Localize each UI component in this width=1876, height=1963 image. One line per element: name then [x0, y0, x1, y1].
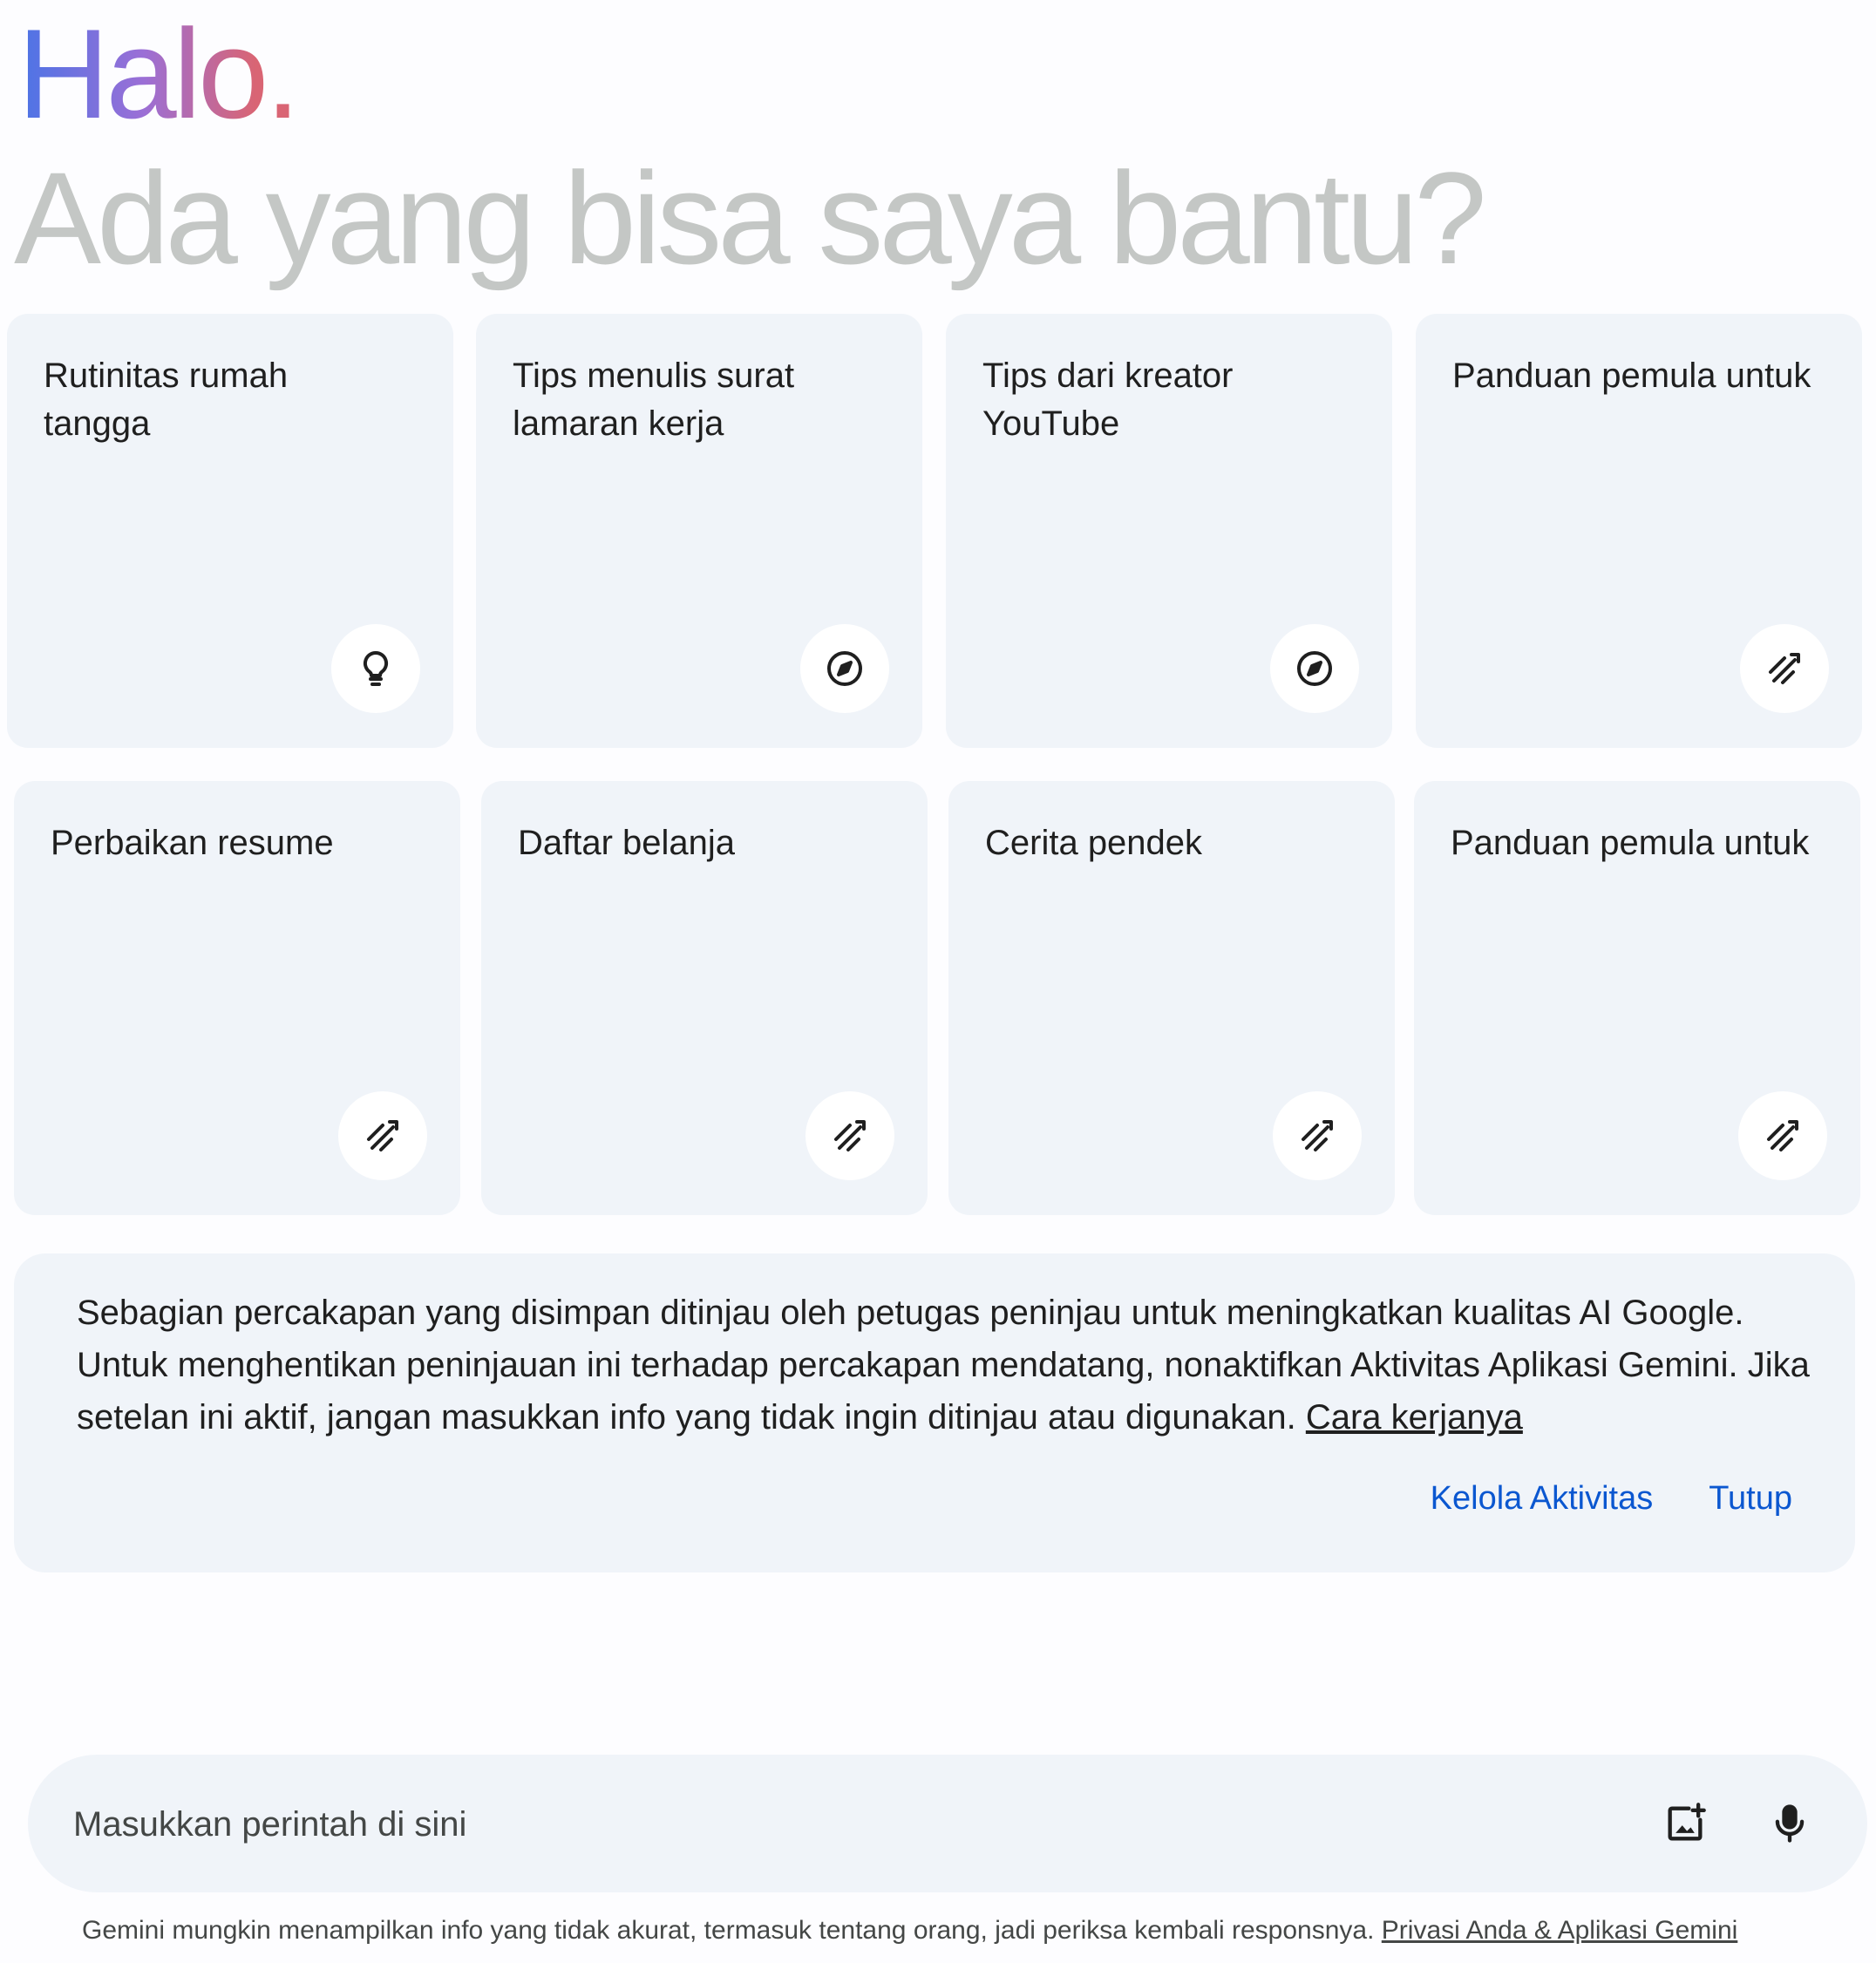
pen-spark-icon	[1740, 624, 1829, 713]
suggestion-card-label: Rutinitas rumah tangga	[44, 357, 289, 443]
suggestion-card[interactable]: Rutinitas rumah tangga	[7, 314, 453, 748]
suggestion-card-label: Perbaikan resume	[51, 824, 334, 862]
suggestion-card-label: Panduan pemula untuk	[1451, 824, 1810, 862]
compass-icon	[800, 624, 889, 713]
suggestion-card-label: Tips dari kreator YouTube	[982, 357, 1234, 443]
how-it-works-link[interactable]: Cara kerjanya	[1306, 1398, 1523, 1437]
suggestion-card-label: Panduan pemula untuk	[1452, 357, 1811, 395]
suggestion-card[interactable]: Cerita pendek	[948, 781, 1395, 1215]
pen-spark-icon	[338, 1091, 427, 1180]
suggestion-card[interactable]: Panduan pemula untuk	[1416, 314, 1862, 748]
prompt-bar	[28, 1755, 1867, 1892]
suggestion-card[interactable]: Perbaikan resume	[14, 781, 460, 1215]
suggestion-card[interactable]: Tips dari kreator YouTube	[946, 314, 1392, 748]
lightbulb-icon	[331, 624, 420, 713]
suggestion-card[interactable]: Panduan pemula untuk	[1414, 781, 1860, 1215]
pen-spark-icon	[1273, 1091, 1362, 1180]
microphone-icon[interactable]	[1756, 1790, 1824, 1858]
prompt-input[interactable]	[71, 1793, 1557, 1856]
notice-text: Sebagian percakapan yang disimpan ditinj…	[77, 1287, 1829, 1443]
notice-body: Sebagian percakapan yang disimpan ditinj…	[77, 1294, 1810, 1437]
disclaimer-text: Gemini mungkin menampilkan info yang tid…	[82, 1916, 1375, 1945]
privacy-link[interactable]: Privasi Anda & Aplikasi Gemini	[1382, 1916, 1738, 1945]
page-subtitle: Ada yang bisa saya bantu?	[14, 145, 1487, 291]
gemini-home: Halo. Ada yang bisa saya bantu? Rutinita…	[0, 0, 1876, 1963]
disclaimer-footer: Gemini mungkin menampilkan info yang tid…	[82, 1916, 1737, 1946]
add-image-icon[interactable]	[1651, 1790, 1719, 1858]
suggestion-card-label: Cerita pendek	[985, 824, 1203, 862]
suggestion-card-label: Daftar belanja	[518, 824, 736, 862]
review-notice: Sebagian percakapan yang disimpan ditinj…	[14, 1253, 1855, 1572]
pen-spark-icon	[1738, 1091, 1827, 1180]
notice-actions: Kelola Aktivitas Tutup	[1431, 1480, 1792, 1518]
compass-icon	[1270, 624, 1359, 713]
suggestion-card[interactable]: Daftar belanja	[481, 781, 928, 1215]
suggestion-card-label: Tips menulis surat lamaran kerja	[513, 357, 795, 443]
close-notice-button[interactable]: Tutup	[1709, 1480, 1792, 1518]
greeting-title: Halo.	[17, 0, 301, 148]
manage-activity-button[interactable]: Kelola Aktivitas	[1431, 1480, 1654, 1518]
suggestion-card[interactable]: Tips menulis surat lamaran kerja	[476, 314, 922, 748]
pen-spark-icon	[805, 1091, 894, 1180]
